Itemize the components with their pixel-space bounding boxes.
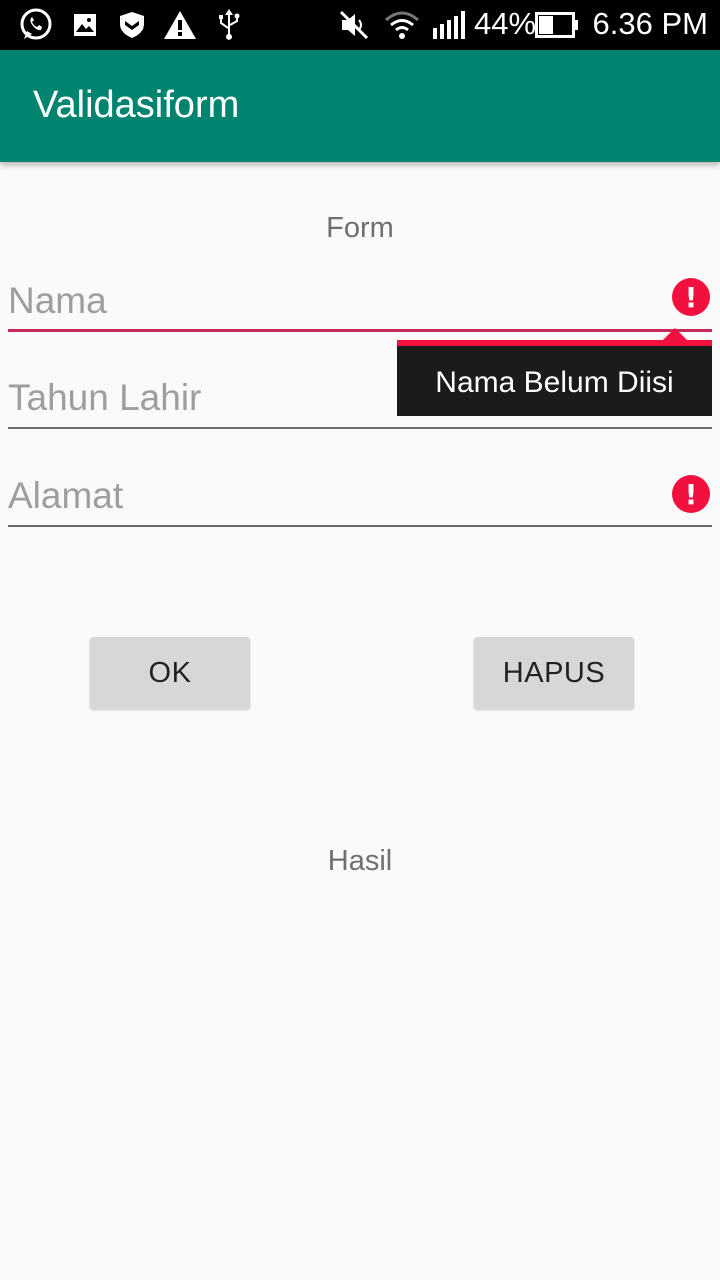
- usb-icon: [216, 8, 242, 42]
- app-title: Validasiform: [33, 84, 240, 126]
- form-heading: Form: [326, 212, 394, 244]
- mute-icon: [338, 8, 370, 42]
- nama-underline: [8, 329, 712, 332]
- battery-icon: [535, 8, 579, 42]
- error-icon[interactable]: !: [672, 475, 710, 513]
- error-message: Nama Belum Diisi: [435, 366, 674, 399]
- ok-button[interactable]: OK: [90, 637, 250, 709]
- hapus-button[interactable]: HAPUS: [474, 637, 634, 709]
- error-popup-bar: [397, 340, 712, 346]
- alamat-input[interactable]: [8, 467, 648, 525]
- whatsapp-icon: [17, 8, 55, 42]
- signal-icon: [432, 8, 468, 42]
- tahun-lahir-underline: [8, 427, 712, 429]
- error-popup-arrow: [663, 328, 687, 340]
- wifi-icon: [384, 8, 420, 42]
- error-icon[interactable]: !: [672, 278, 710, 316]
- alamat-field[interactable]: !: [8, 467, 712, 527]
- status-bar: 44% 6.36 PM: [0, 0, 720, 50]
- clock: 6.36 PM: [592, 6, 708, 41]
- alamat-underline: [8, 525, 712, 527]
- battery-level-fill: [539, 16, 553, 34]
- image-icon: [72, 8, 98, 42]
- nama-input[interactable]: [8, 272, 648, 330]
- battery-percent: 44%: [474, 6, 537, 41]
- error-popup: Nama Belum Diisi: [397, 328, 712, 416]
- app-bar: Validasiform: [0, 50, 720, 162]
- warning-icon: [163, 8, 197, 42]
- shield-icon: [118, 8, 146, 42]
- result-label: Hasil: [327, 845, 393, 877]
- nama-field[interactable]: !: [8, 272, 712, 332]
